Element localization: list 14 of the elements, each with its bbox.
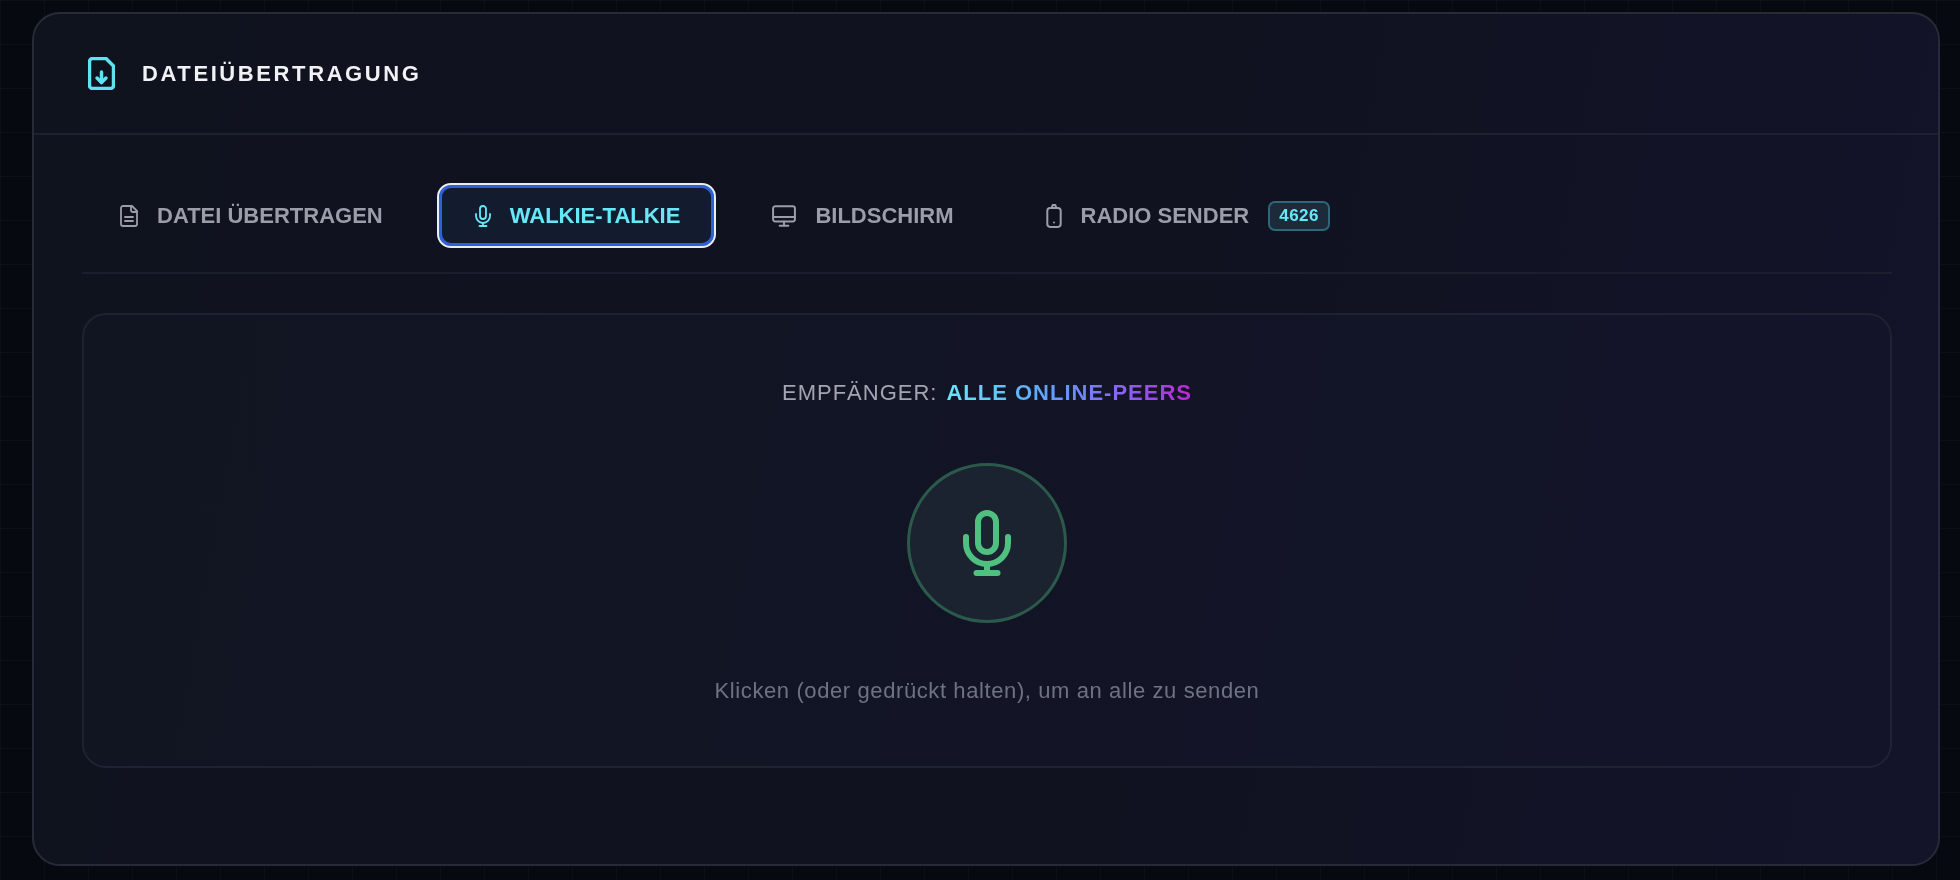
file-icon <box>120 204 138 227</box>
handheld-device-icon <box>1045 203 1062 228</box>
tab[interactable]: BILDSCHIRM <box>734 183 990 248</box>
tab[interactable]: WALKIE-TALKIE <box>436 183 717 248</box>
monitor-icon <box>772 204 797 227</box>
panel-title: DATEIÜBERTRAGUNG <box>142 60 422 87</box>
number-badge: 4626 <box>1268 200 1331 231</box>
tab[interactable]: RADIO SENDER 4626 <box>1007 183 1367 248</box>
microphone-icon <box>474 204 491 227</box>
file-download-icon <box>88 57 115 90</box>
microphone-icon <box>963 510 1011 576</box>
recipient-label: EMPFÄNGER: <box>781 379 938 407</box>
hint-text: Klicken (oder gedrückt halten), um an alle zu senden <box>714 678 1260 704</box>
tab[interactable]: DATEI ÜBERTRAGEN <box>82 183 419 248</box>
